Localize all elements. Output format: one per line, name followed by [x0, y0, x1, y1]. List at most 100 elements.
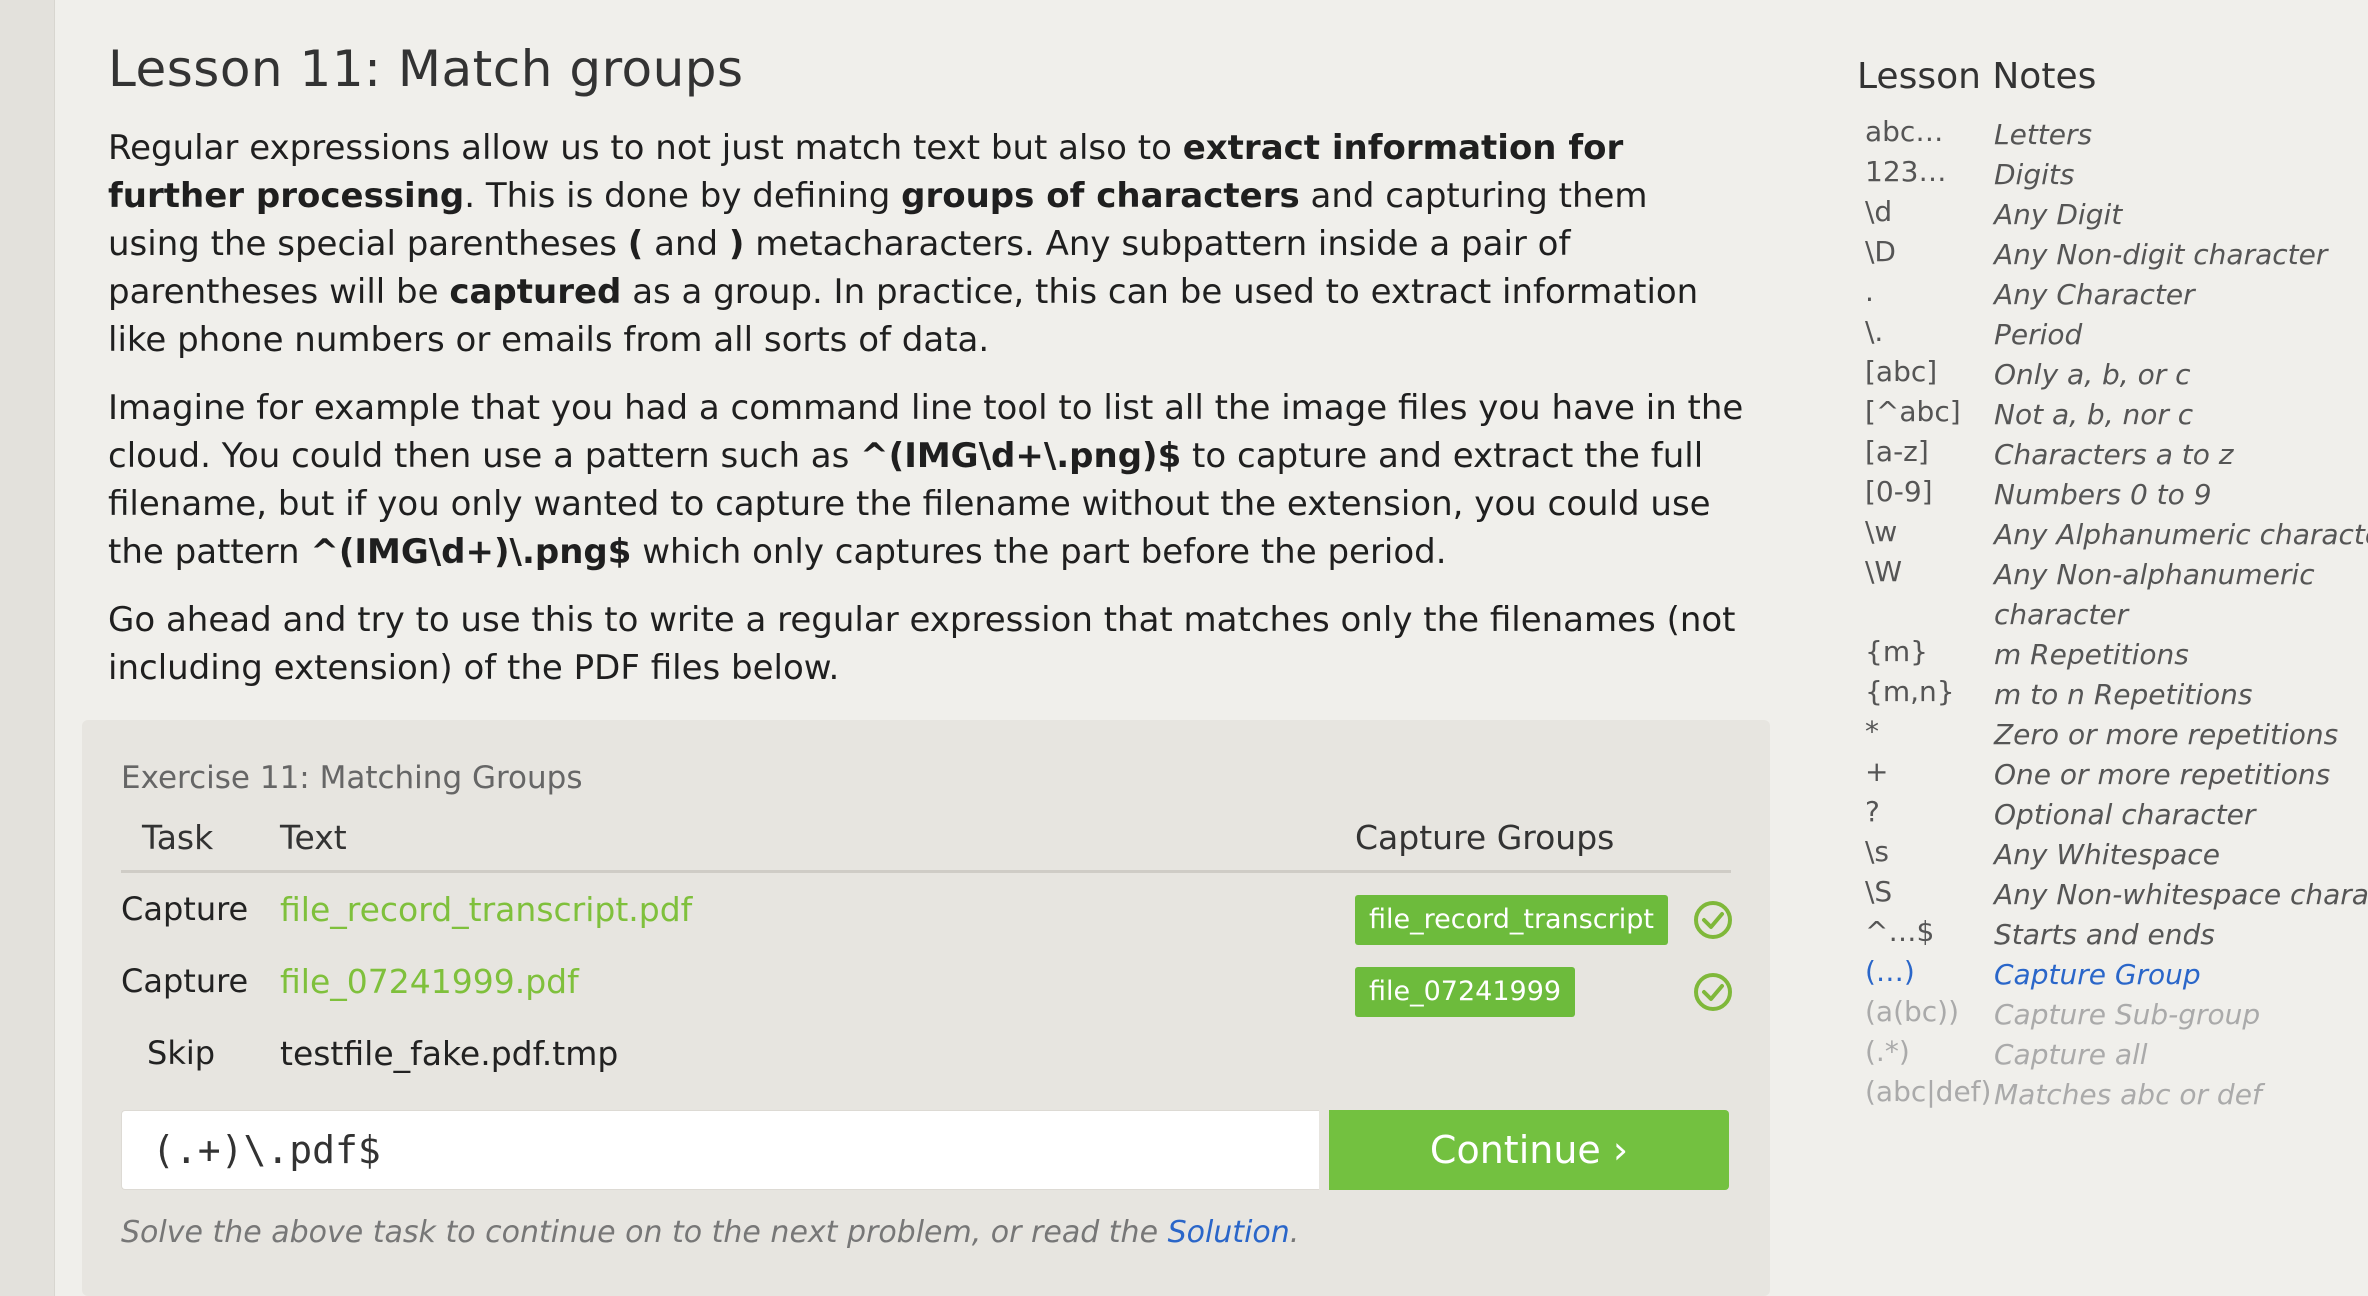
note-item: [abc] Only a, b, or c	[1857, 355, 2368, 395]
lesson-title: Lesson 11: Match groups	[108, 40, 744, 98]
note-item: ? Optional character	[1857, 795, 2368, 835]
note-description: Any Whitespace	[1994, 838, 2220, 871]
note-description: Only a, b, or c	[1994, 358, 2191, 391]
task-label: Skip	[147, 1034, 216, 1072]
note-code: \.	[1865, 315, 1884, 348]
note-code: (a(bc))	[1865, 995, 1960, 1028]
note-item: [^abc] Not a, b, nor c	[1857, 395, 2368, 435]
note-code: [abc]	[1865, 355, 1938, 388]
column-header-capture-groups: Capture Groups	[1355, 818, 1615, 857]
bold-text: captured	[449, 272, 622, 312]
note-description: Any Digit	[1994, 198, 2123, 231]
column-header-text: Text	[280, 818, 347, 857]
solution-link[interactable]: Solution	[1168, 1215, 1290, 1250]
note-code: (…)	[1865, 955, 1915, 988]
text-segment: and	[643, 224, 729, 264]
note-code: \S	[1865, 875, 1893, 908]
text-segment: Regular expressions allow us to not just…	[108, 128, 1183, 168]
test-text: file_record_transcript.pdf	[280, 890, 693, 929]
note-description: One or more repetitions	[1994, 758, 2331, 791]
lesson-paragraph-1: Regular expressions allow us to not just…	[108, 124, 1748, 364]
note-description: Any Alphanumeric character	[1994, 518, 2368, 551]
note-item: [a-z] Characters a to z	[1857, 435, 2368, 475]
note-code: ^…$	[1865, 915, 1935, 948]
note-item: . Any Character	[1857, 275, 2368, 315]
note-description: Starts and ends	[1994, 918, 2215, 951]
bold-text: groups of characters	[901, 176, 1300, 216]
note-item: [0-9] Numbers 0 to 9	[1857, 475, 2368, 515]
note-description: Any Non-digit character	[1994, 238, 2328, 271]
capture-group-badge: file_07241999	[1355, 967, 1576, 1017]
note-description: Numbers 0 to 9	[1994, 478, 2212, 511]
notes-list: abc… Letters 123… Digits \d Any Digit \D Any No…	[1857, 115, 2368, 1115]
note-item: 123… Digits	[1857, 155, 2368, 195]
note-description: Characters a to z	[1994, 438, 2234, 471]
note-description: Any Character	[1994, 278, 2195, 311]
note-description: Optional character	[1994, 798, 2256, 831]
note-description: Not a, b, nor c	[1994, 398, 2194, 431]
note-description: Capture Sub-group	[1994, 998, 2261, 1031]
note-code: *	[1865, 715, 1879, 748]
continue-button[interactable]: Continue ›	[1329, 1110, 1729, 1190]
note-code: {m}	[1865, 635, 1928, 668]
note-item: abc… Letters	[1857, 115, 2368, 155]
exercise-panel: Exercise 11: Matching Groups Task Text C…	[82, 720, 1770, 1296]
note-code: [a-z]	[1865, 435, 1929, 468]
bold-text: ^(IMG\d+)\.png$	[310, 532, 632, 572]
text-segment: which only captures the part before the …	[631, 532, 1447, 572]
exercise-title: Exercise 11: Matching Groups	[121, 760, 583, 796]
note-description: Zero or more repetitions	[1994, 718, 2339, 751]
lesson-content: Lesson 11: Match groups Regular expressi…	[108, 40, 1748, 712]
hint-text-before: Solve the above task to continue on to t…	[121, 1215, 1168, 1250]
note-description: m to n Repetitions	[1994, 678, 2253, 711]
note-description: Capture all	[1994, 1038, 2148, 1071]
note-description: Letters	[1994, 118, 2093, 151]
task-label: Capture	[121, 962, 249, 1000]
header-divider	[121, 870, 1731, 873]
left-gutter	[0, 0, 55, 1296]
note-code: \W	[1865, 555, 1903, 588]
test-text: file_07241999.pdf	[280, 962, 579, 1001]
note-description: Any Non-whitespace characte	[1994, 878, 2368, 911]
note-item: \. Period	[1857, 315, 2368, 355]
note-item: (a(bc)) Capture Sub-group	[1857, 995, 2368, 1035]
note-code: ?	[1865, 795, 1880, 828]
lesson-paragraph-2: Imagine for example that you had a comma…	[108, 384, 1748, 576]
note-item: + One or more repetitions	[1857, 755, 2368, 795]
note-code: 123…	[1865, 155, 1947, 188]
note-code: \d	[1865, 195, 1893, 228]
regex-input[interactable]	[121, 1110, 1319, 1190]
note-item: {m,n} m to n Repetitions	[1857, 675, 2368, 715]
note-description: m Repetitions	[1994, 638, 2189, 671]
note-item: (abc|def) Matches abc or def	[1857, 1075, 2368, 1115]
note-description: Matches abc or def	[1994, 1078, 2262, 1111]
note-description: Period	[1994, 318, 2083, 351]
note-code: (abc|def)	[1865, 1075, 1992, 1108]
text-segment: . This is done by defining	[464, 176, 902, 216]
column-header-task: Task	[142, 818, 214, 857]
note-code: [0-9]	[1865, 475, 1933, 508]
text-segment: Go ahead and try to use this to write a …	[108, 600, 1736, 688]
note-item: (…) Capture Group	[1857, 955, 2368, 995]
check-circle-icon	[1694, 901, 1732, 939]
note-code: {m,n}	[1865, 675, 1955, 708]
task-label: Capture	[121, 890, 249, 928]
note-code: [^abc]	[1865, 395, 1961, 428]
test-text: testfile_fake.pdf.tmp	[280, 1034, 619, 1073]
note-item: * Zero or more repetitions	[1857, 715, 2368, 755]
note-code: (.*)	[1865, 1035, 1910, 1068]
note-item: \S Any Non-whitespace characte	[1857, 875, 2368, 915]
capture-group-badge: file_record_transcript	[1355, 895, 1668, 945]
lesson-notes: Lesson Notes abc… Letters 123… Digits \d Any …	[1857, 56, 2368, 1115]
note-item: \W Any Non-alphanumeric character	[1857, 555, 2368, 635]
note-item: \s Any Whitespace	[1857, 835, 2368, 875]
note-item: \w Any Alphanumeric character	[1857, 515, 2368, 555]
note-description: Capture Group	[1994, 958, 2201, 991]
bold-text: ^(IMG\d+\.png)$	[860, 436, 1182, 476]
note-description: Any Non-alphanumeric character	[1994, 558, 2315, 631]
lesson-paragraph-3: Go ahead and try to use this to write a …	[108, 596, 1748, 692]
note-code: +	[1865, 755, 1889, 788]
hint-text: Solve the above task to continue on to t…	[121, 1215, 1299, 1250]
note-code: \D	[1865, 235, 1896, 268]
bold-text: (	[627, 224, 644, 264]
